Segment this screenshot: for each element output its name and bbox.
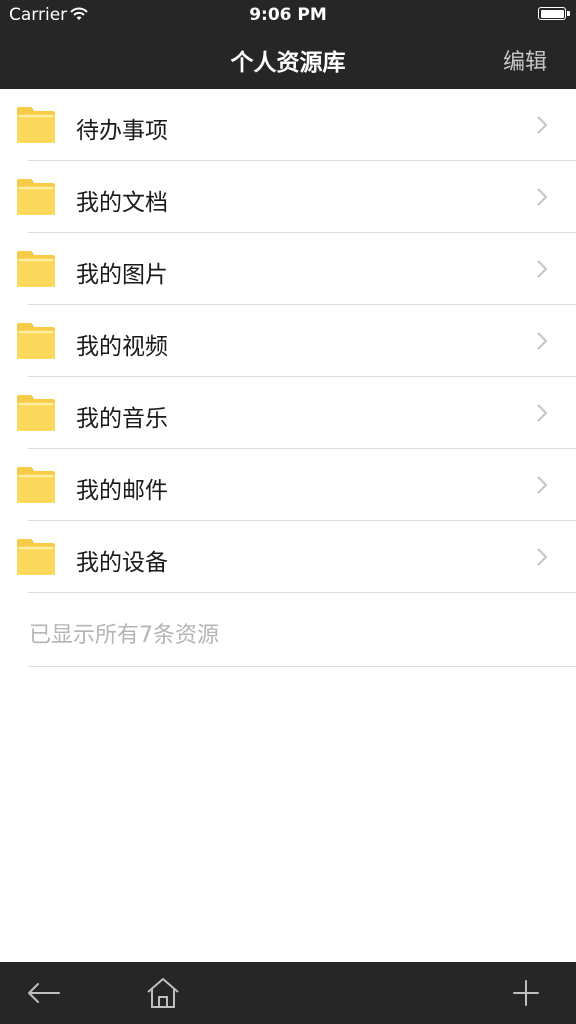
divider: [28, 666, 576, 667]
folder-icon: [16, 538, 56, 576]
folder-icon: [16, 466, 56, 504]
chevron-right-icon: [536, 403, 548, 423]
folder-icon: [16, 394, 56, 432]
list-item[interactable]: 我的音乐: [0, 377, 576, 449]
chevron-right-icon: [536, 475, 548, 495]
folder-icon: [16, 106, 56, 144]
status-bar: Carrier 9:06 PM: [0, 0, 576, 30]
chevron-right-icon: [536, 115, 548, 135]
folder-icon: [16, 250, 56, 288]
resource-count-text: 已显示所有7条资源: [29, 623, 219, 648]
bottom-toolbar: [0, 962, 576, 1024]
chevron-right-icon: [536, 259, 548, 279]
list-item-label: 我的文档: [76, 190, 168, 216]
clock: 9:06 PM: [249, 5, 327, 25]
list-item[interactable]: 待办事项: [0, 89, 576, 161]
list-item-label: 我的设备: [76, 550, 168, 576]
resource-list: 待办事项我的文档我的图片我的视频我的音乐我的邮件我的设备: [0, 89, 576, 593]
list-item[interactable]: 我的文档: [0, 161, 576, 233]
chevron-right-icon: [536, 331, 548, 351]
navigation-bar: 个人资源库 编辑: [0, 30, 576, 89]
list-item-label: 我的音乐: [76, 406, 168, 432]
chevron-right-icon: [536, 547, 548, 567]
list-footer: 已显示所有7条资源: [0, 593, 576, 667]
list-item-label: 我的图片: [76, 262, 168, 288]
list-item[interactable]: 我的图片: [0, 233, 576, 305]
edit-button[interactable]: 编辑: [503, 44, 547, 76]
folder-icon: [16, 322, 56, 360]
plus-icon[interactable]: [508, 976, 544, 1010]
home-icon[interactable]: [145, 976, 181, 1010]
back-arrow-icon[interactable]: [26, 976, 62, 1010]
folder-icon: [16, 178, 56, 216]
battery-icon: [538, 7, 570, 20]
chevron-right-icon: [536, 187, 548, 207]
list-item-label: 待办事项: [76, 118, 168, 144]
list-item-label: 我的邮件: [76, 478, 168, 504]
page-title: 个人资源库: [230, 50, 346, 76]
list-item-label: 我的视频: [76, 334, 168, 360]
list-item[interactable]: 我的视频: [0, 305, 576, 377]
list-item[interactable]: 我的设备: [0, 521, 576, 593]
list-item[interactable]: 我的邮件: [0, 449, 576, 521]
